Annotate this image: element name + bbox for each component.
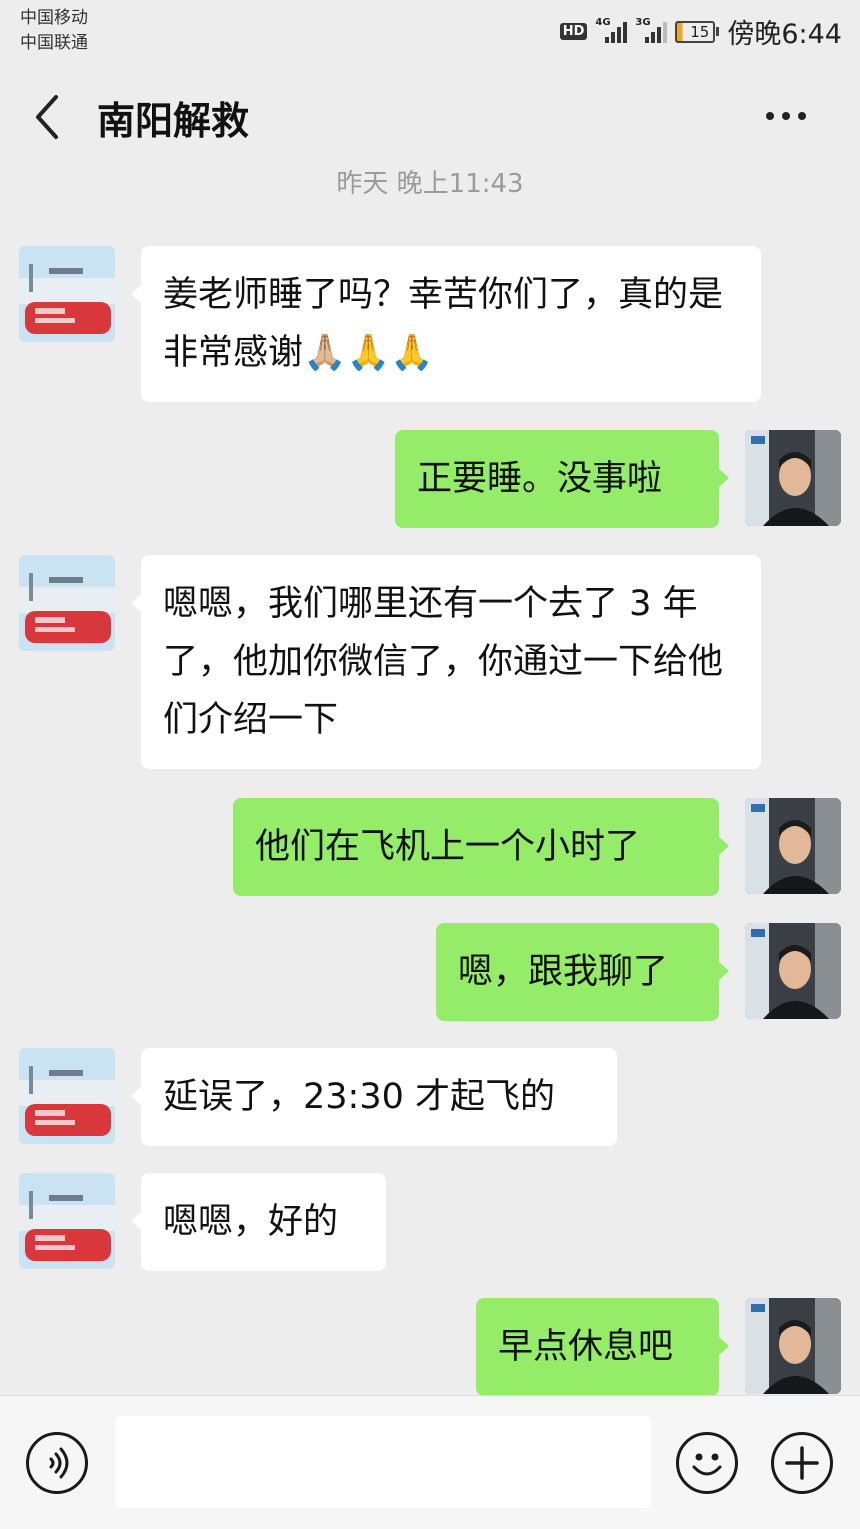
contact-avatar-image (19, 1173, 115, 1269)
status-indicators: HD 4G 3G 15 傍晚6:44 (559, 12, 842, 51)
more-button[interactable] (766, 104, 816, 128)
emoji-icon (692, 1453, 722, 1476)
contact-avatar[interactable] (19, 1048, 115, 1144)
contact-avatar-image (19, 246, 115, 342)
contact-avatar-image (19, 555, 115, 651)
carrier-2: 中国联通 (20, 33, 88, 53)
battery-level: 15 (675, 20, 716, 43)
message-bubble-outgoing[interactable]: 他们在飞机上一个小时了 (233, 798, 729, 896)
signal-4g-icon: 4G (595, 17, 628, 43)
message-bubble-outgoing[interactable]: 正要睡。没事啦 (395, 430, 729, 528)
message-bubble-incoming[interactable]: 嗯嗯，好的 (131, 1173, 386, 1271)
message-bubble-incoming[interactable]: 姜老师睡了吗？幸苦你们了，真的是非常感谢🙏🏼🙏🙏 (131, 246, 761, 402)
carrier-1: 中国移动 (20, 8, 88, 28)
user-avatar[interactable] (745, 798, 841, 894)
message-bubble-outgoing[interactable]: 嗯，跟我聊了 (436, 923, 729, 1021)
network-type-1: 4G (595, 16, 611, 28)
message-timestamp: 昨天 晚上11:43 (336, 169, 524, 199)
contact-avatar[interactable] (19, 555, 115, 651)
user-avatar[interactable] (745, 923, 841, 1019)
user-avatar[interactable] (745, 1298, 841, 1394)
status-time: 傍晚6:44 (727, 19, 842, 50)
chat-title: 南阳解救 (97, 99, 250, 143)
chat-header: 南阳解救 (0, 60, 860, 170)
user-avatar[interactable] (745, 430, 841, 526)
chevron-left-icon (36, 95, 58, 139)
back-button[interactable] (28, 92, 68, 142)
contact-avatar[interactable] (19, 1173, 115, 1269)
chat-input-bar (0, 1395, 860, 1529)
signal-3g-icon: 3G (635, 17, 668, 43)
more-dots-icon (766, 112, 774, 120)
emoji-button[interactable] (676, 1432, 738, 1494)
user-avatar-image (745, 430, 841, 526)
voice-icon (49, 1447, 69, 1479)
message-input[interactable] (115, 1416, 651, 1508)
network-type-2: 3G (635, 16, 651, 28)
more-actions-button[interactable] (771, 1432, 833, 1494)
voice-button[interactable] (26, 1432, 88, 1494)
status-bar: 中国移动 中国联通 HD 4G 3G 15 傍晚6:44 (0, 0, 860, 60)
plus-icon (785, 1446, 819, 1480)
battery-icon: 15 (675, 20, 720, 43)
user-avatar-image (745, 923, 841, 1019)
contact-avatar[interactable] (19, 246, 115, 342)
message-bubble-outgoing[interactable]: 早点休息吧 (476, 1298, 729, 1396)
message-bubble-incoming[interactable]: 嗯嗯，我们哪里还有一个去了 3 年了，他加你微信了，你通过一下给他们介绍一下 (131, 555, 761, 769)
user-avatar-image (745, 1298, 841, 1394)
hd-badge: HD (559, 23, 588, 40)
carrier-names: 中国移动 中国联通 (20, 6, 88, 56)
contact-avatar-image (19, 1048, 115, 1144)
message-bubble-incoming[interactable]: 延误了，23:30 才起飞的 (131, 1048, 617, 1146)
user-avatar-image (745, 798, 841, 894)
